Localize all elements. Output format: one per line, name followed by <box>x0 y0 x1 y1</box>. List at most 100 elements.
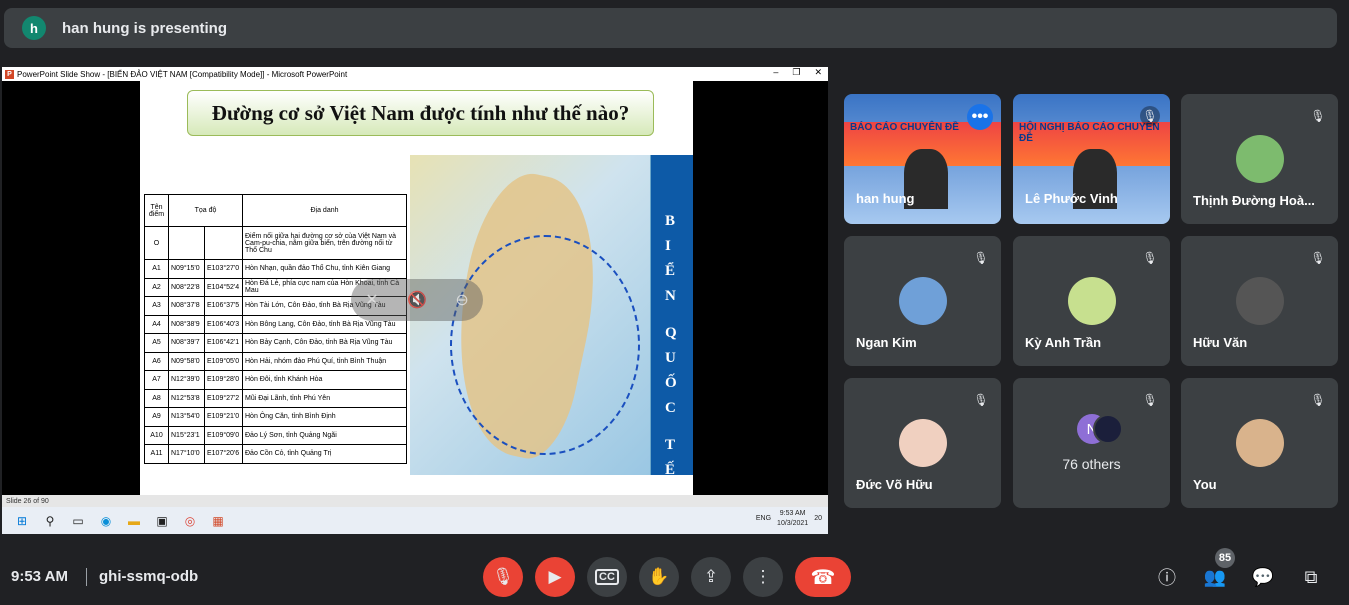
table-cell: N12°39'0 <box>168 370 205 390</box>
participant-tile[interactable]: 🎙 Thịnh Đường Hoà... <box>1181 94 1338 224</box>
camera-off-icon: ▶ <box>548 567 562 586</box>
table-cell: N08°39'7 <box>168 333 205 353</box>
table-cell: E106°42'1 <box>204 333 243 353</box>
table-row: A10 N15°23'1 E109°09'0 Đảo Lý Sơn, tỉnh Quả… <box>144 425 407 445</box>
minus-icon[interactable]: ⊖ <box>455 290 468 310</box>
table-cell: A2 <box>144 277 169 297</box>
table-row: A6 N09°58'0 E109°05'0 Hòn Hải, nhóm đảo Phú… <box>144 351 407 371</box>
avatar <box>899 277 947 325</box>
participant-tile[interactable]: 🎙 Đức Võ Hữu <box>844 378 1001 508</box>
table-cell: A8 <box>144 388 169 408</box>
table-cell: E109°09'0 <box>204 425 243 445</box>
table-cell: E109°05'0 <box>204 351 243 371</box>
mic-off-icon: 🎙 <box>973 393 989 407</box>
table-cell: A10 <box>144 425 169 445</box>
present-button[interactable]: ⇪ <box>691 557 731 597</box>
chat-button[interactable]: 💬 <box>1251 565 1275 589</box>
participant-tile[interactable]: 🎙 You <box>1181 378 1338 508</box>
video-banner-text: BÁO CÁO CHUYÊN ĐỀ <box>850 122 959 133</box>
participant-tile[interactable]: N 🎙 76 others <box>1013 378 1170 508</box>
divider <box>86 568 87 586</box>
presentation-overlay-controls[interactable]: ✕ 🔇 ⊖ <box>351 279 483 321</box>
mic-off-icon: 🎙 <box>973 251 989 265</box>
mic-off-icon: 🎙 <box>1142 251 1158 265</box>
participant-tile[interactable]: 🎙 Ngan Kim <box>844 236 1001 366</box>
table-cell: A4 <box>144 314 169 334</box>
table-cell: Hòn Ông Căn, tỉnh Bình Định <box>242 407 407 427</box>
map-strip-letter: Q <box>665 325 677 341</box>
mute-speaker-icon[interactable]: 🔇 <box>407 290 427 310</box>
table-cell <box>168 226 205 260</box>
windows-taskbar: ⊞ ⚲ ▭ ◉ ▬ ▣ ◎ ▦ ENG 9:53 AM 10/3/2021 20 <box>2 507 828 534</box>
table-cell: A5 <box>144 333 169 353</box>
hand-icon: ✋ <box>648 567 670 586</box>
table-cell: Đảo Cồn Cỏ, tỉnh Quảng Trị <box>242 444 407 464</box>
avatar <box>1068 277 1116 325</box>
more-options-icon[interactable]: ••• <box>967 104 993 130</box>
mic-off-icon: 🎙 <box>1310 109 1326 123</box>
table-cell: A11 <box>144 444 169 464</box>
baseline-table: Tên điểm Tọa độ Địa danh O Điểm nối giữa hai… <box>144 194 407 464</box>
table-cell: Hòn Đôi, tỉnh Khánh Hòa <box>242 370 407 390</box>
presenter-avatar: h <box>22 16 46 40</box>
more-options-button[interactable]: ⋮ <box>743 557 783 597</box>
table-cell: N08°38'9 <box>168 314 205 334</box>
shared-screen[interactable]: P PowerPoint Slide Show - [BIỂN ĐẢO VIỆT… <box>2 67 828 534</box>
minimize-icon: – <box>773 67 779 77</box>
avatar <box>899 419 947 467</box>
participant-tile[interactable]: 🎙 Hữu Văn <box>1181 236 1338 366</box>
mic-toggle-button[interactable]: 🎙 <box>483 557 523 597</box>
camera-toggle-button[interactable]: ▶ <box>535 557 575 597</box>
participant-tile[interactable]: BÁO CÁO CHUYÊN ĐỀ ••• han hung <box>844 94 1001 224</box>
powerpoint-task-icon: ▦ <box>212 513 224 528</box>
table-row: A1 N09°15'0 E103°27'0 Hòn Nhạn, quần đảo Th… <box>144 259 407 279</box>
search-icon: ⚲ <box>45 513 55 528</box>
slide-counter: Slide 26 of 90 <box>6 497 49 505</box>
chrome-icon: ◎ <box>184 513 196 528</box>
map-strip-letter: U <box>665 350 676 366</box>
table-cell: N09°58'0 <box>168 351 205 371</box>
powerpoint-titlebar: P PowerPoint Slide Show - [BIỂN ĐẢO VIỆT… <box>2 67 828 81</box>
close-icon: ✕ <box>814 67 822 77</box>
table-cell: E107°20'6 <box>204 444 243 464</box>
participant-name: You <box>1193 477 1217 492</box>
table-row: A8 N12°53'8 E109°27'2 Mũi Đại Lãnh, tỉnh Ph… <box>144 388 407 408</box>
meeting-details-button[interactable]: ⓘ <box>1155 565 1179 589</box>
taskbar-lang: ENG <box>755 515 772 522</box>
avatar <box>1236 277 1284 325</box>
raise-hand-button[interactable]: ✋ <box>639 557 679 597</box>
table-cell: Đảo Lý Sơn, tỉnh Quảng Ngãi <box>242 425 407 445</box>
table-header: Tên điểm <box>144 194 169 227</box>
table-cell: A1 <box>144 259 169 279</box>
windows-start-icon: ⊞ <box>16 513 28 528</box>
participant-tile[interactable]: 🎙 Kỳ Anh Trần <box>1013 236 1170 366</box>
table-cell: Hòn Bảy Cạnh, Côn Đảo, tỉnh Bà Rịa Vũng … <box>242 333 407 353</box>
activities-button[interactable]: ⧉ <box>1299 565 1323 589</box>
meeting-code: ghi-ssmq-odb <box>99 568 199 585</box>
table-header: Tọa độ <box>168 194 243 227</box>
mic-off-icon: 🎙 <box>1140 106 1160 126</box>
notification-count: 20 <box>814 515 822 522</box>
others-avatar <box>1093 414 1123 444</box>
table-cell: E106°40'3 <box>204 314 243 334</box>
pin-off-icon[interactable]: ✕ <box>365 290 378 310</box>
mic-off-icon: 🎙 <box>492 567 514 586</box>
table-row: A9 N13°54'0 E109°21'0 Hòn Ông Căn, tỉnh Bìn… <box>144 407 407 427</box>
captions-button[interactable]: CC <box>587 557 627 597</box>
people-button[interactable]: 👥 <box>1203 565 1227 589</box>
bottom-bar: 9:53 AM ghi-ssmq-odb 🎙 ▶ CC ✋ ⇪ ⋮ ☎ ⓘ 👥 … <box>0 548 1349 605</box>
participant-name: Lê Phước Vinh <box>1025 191 1118 206</box>
leave-call-button[interactable]: ☎ <box>795 557 851 597</box>
map-strip-letter: C <box>665 400 676 416</box>
table-cell: N17°10'0 <box>168 444 205 464</box>
task-view-icon: ▭ <box>72 513 84 528</box>
mic-off-icon: 🎙 <box>1142 393 1158 407</box>
edge-icon: ◉ <box>100 513 112 528</box>
map-strip-letter: Ể <box>665 263 676 279</box>
table-cell: E109°21'0 <box>204 407 243 427</box>
map-strip-letter: I <box>665 238 671 254</box>
more-vert-icon: ⋮ <box>754 567 772 586</box>
participant-tile[interactable]: HỘI NGHỊ BÁO CÁO CHUYÊN ĐỀ 🎙 Lê Phước Vinh <box>1013 94 1170 224</box>
table-header-row: Tên điểm Tọa độ Địa danh <box>144 194 407 227</box>
map-strip-letter: Ế <box>665 462 676 475</box>
